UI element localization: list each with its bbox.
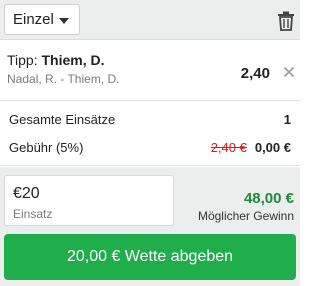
potential-win-amount: 48,00 € (243, 190, 294, 207)
tip-prefix: Tipp: (7, 52, 38, 68)
total-stakes-label: Gesamte Einsätze (9, 112, 116, 127)
stake-value: €20 (13, 185, 40, 202)
odds-value: 2,40 (240, 65, 270, 82)
tip-pick: Thiem, D. (41, 52, 105, 68)
stake-label: Einsatz (13, 207, 53, 221)
event-name: Nadal, R. - Thiem, D. (7, 72, 120, 86)
fee-new: 0,00 € (254, 140, 291, 155)
total-stakes-value: 1 (283, 112, 291, 127)
stake-panel: €20 Einsatz 48,00 € Möglicher Gewinn 20,… (0, 167, 300, 286)
tip-line: Tipp: Thiem, D. (7, 52, 105, 68)
betslip-header: Einzel (0, 0, 300, 40)
fee-old: 2,40 € (210, 140, 247, 155)
chevron-down-icon (59, 18, 69, 24)
bet-type-label: Einzel (13, 11, 54, 28)
fee-values: 2,40 € 0,00 € (211, 140, 291, 155)
bet-summary: Gesamte Einsätze 1 Gebühr (5%) 2,40 € 0,0… (0, 102, 300, 166)
bet-type-dropdown[interactable]: Einzel (4, 4, 80, 35)
trash-icon[interactable] (277, 11, 295, 31)
stake-input[interactable]: €20 Einsatz (4, 175, 174, 226)
close-icon[interactable] (283, 66, 295, 78)
total-stakes-row: Gesamte Einsätze 1 (9, 112, 291, 127)
bet-selection: Tipp: Thiem, D. Nadal, R. - Thiem, D. 2,… (0, 41, 300, 101)
potential-win-label: Möglicher Gewinn (197, 209, 294, 223)
place-bet-button[interactable]: 20,00 € Wette abgeben (4, 234, 296, 280)
fee-row: Gebühr (5%) 2,40 € 0,00 € (9, 140, 291, 155)
fee-label: Gebühr (5%) (9, 140, 84, 155)
